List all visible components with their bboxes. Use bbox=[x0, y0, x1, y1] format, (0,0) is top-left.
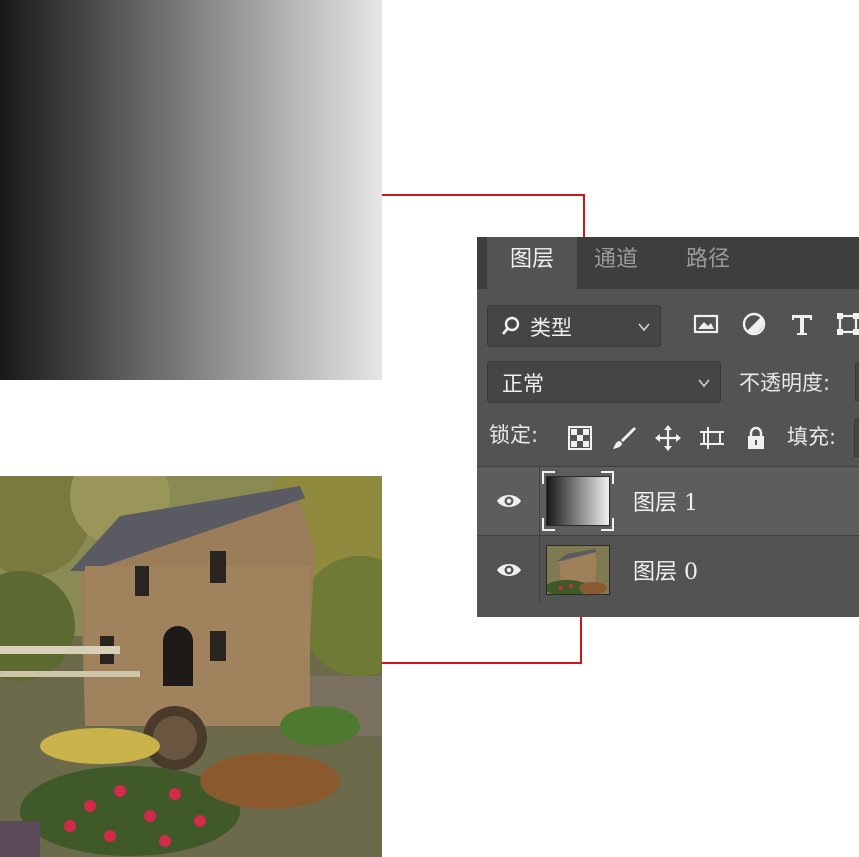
filter-kind-label: 类型 bbox=[530, 316, 572, 340]
layers-panel: 图层 通道 路径 类型 正常 不透明度: 锁定: 填充: 图层 1 图层 0 bbox=[477, 237, 859, 617]
opacity-label: 不透明度: bbox=[739, 371, 831, 395]
visibility-toggle[interactable] bbox=[477, 536, 540, 604]
layer-thumbnail bbox=[546, 476, 610, 526]
fill-input[interactable] bbox=[854, 419, 859, 457]
tab-channels[interactable]: 通道 bbox=[571, 237, 661, 289]
lock-transparent-icon[interactable] bbox=[567, 425, 593, 451]
lock-artboard-icon[interactable] bbox=[699, 425, 725, 451]
fill-label: 填充: bbox=[787, 425, 837, 449]
layer-thumbnail bbox=[546, 545, 610, 595]
adjustment-filter-icon[interactable] bbox=[741, 311, 767, 337]
opacity-input[interactable] bbox=[855, 363, 859, 401]
lock-all-icon[interactable] bbox=[743, 425, 769, 451]
lock-pixels-icon[interactable] bbox=[611, 425, 637, 451]
shape-filter-icon[interactable] bbox=[835, 311, 859, 337]
filter-row: 类型 bbox=[477, 303, 859, 347]
chevron-down-icon bbox=[698, 377, 710, 389]
eye-icon bbox=[496, 558, 522, 582]
image-filter-icon[interactable] bbox=[693, 311, 719, 337]
lock-label: 锁定: bbox=[489, 423, 539, 447]
chevron-down-icon bbox=[638, 321, 650, 333]
tab-bar: 图层 通道 路径 bbox=[477, 237, 859, 289]
layer-name[interactable]: 图层 0 bbox=[633, 554, 698, 586]
layer-row[interactable]: 图层 0 bbox=[477, 535, 859, 604]
search-icon bbox=[500, 315, 522, 337]
filter-kind-select[interactable]: 类型 bbox=[487, 305, 661, 347]
mill-photo-preview bbox=[0, 476, 382, 857]
layer-row[interactable]: 图层 1 bbox=[477, 466, 859, 535]
eye-icon bbox=[496, 489, 522, 513]
text-filter-icon[interactable] bbox=[789, 311, 815, 337]
blend-mode-select[interactable]: 正常 bbox=[487, 361, 721, 403]
lock-position-icon[interactable] bbox=[655, 425, 681, 451]
lock-row: 锁定: 填充: bbox=[477, 415, 859, 459]
canvas: 图层 通道 路径 类型 正常 不透明度: 锁定: 填充: 图层 1 图层 0 bbox=[0, 0, 859, 857]
blend-mode-value: 正常 bbox=[502, 372, 544, 396]
tab-paths[interactable]: 路径 bbox=[663, 237, 753, 289]
blend-row: 正常 不透明度: bbox=[477, 361, 859, 405]
visibility-toggle[interactable] bbox=[477, 467, 540, 535]
layer-name[interactable]: 图层 1 bbox=[633, 485, 698, 517]
tab-layers[interactable]: 图层 bbox=[487, 237, 577, 289]
gradient-preview bbox=[0, 0, 382, 380]
